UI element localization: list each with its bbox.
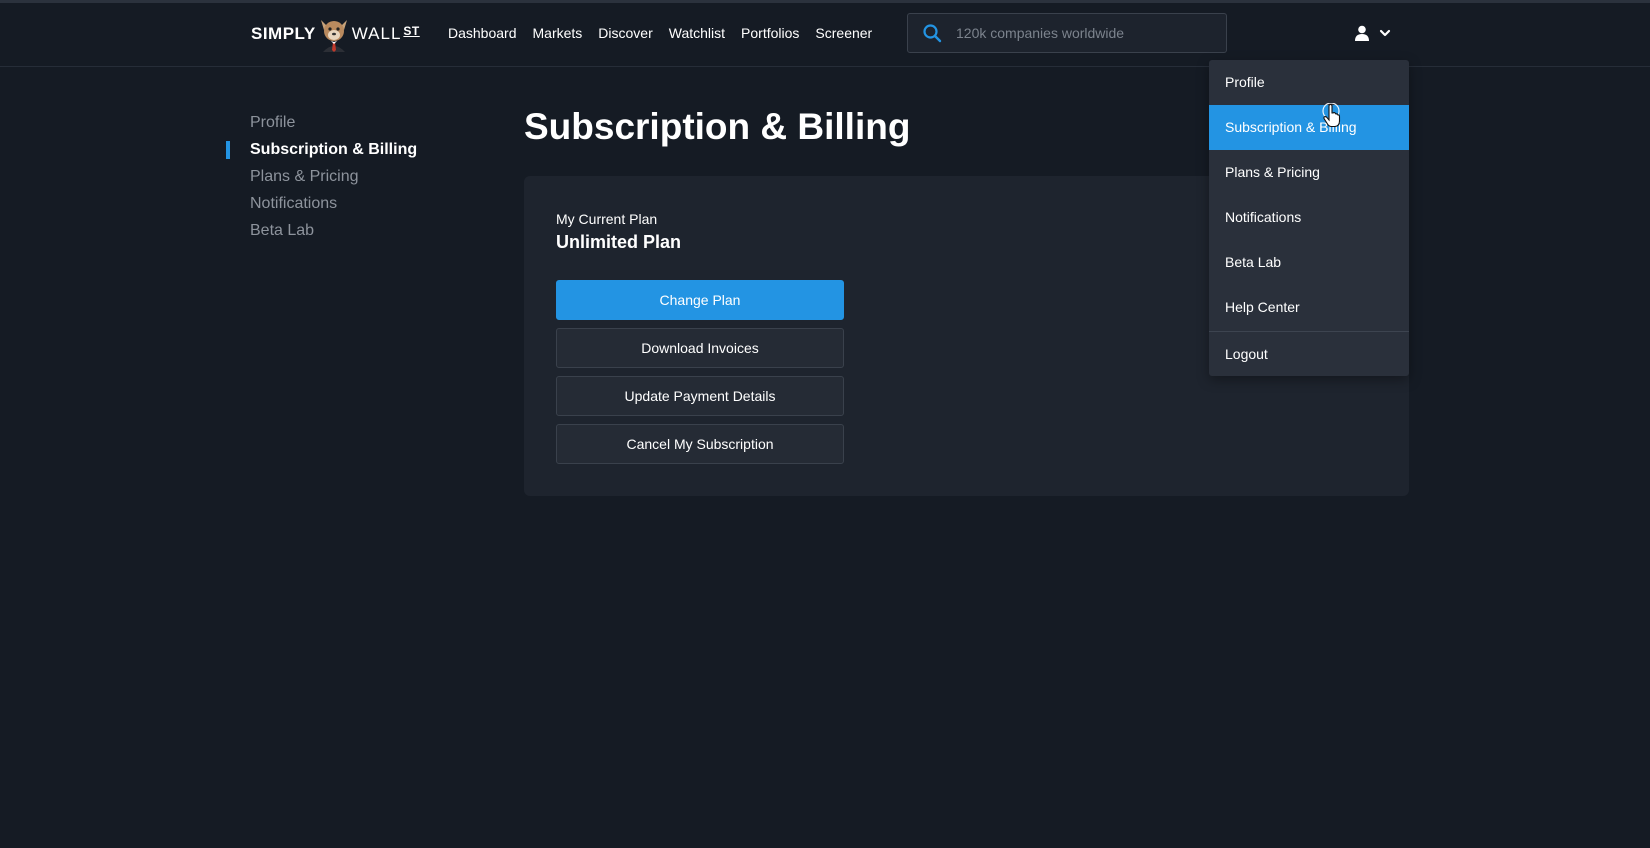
dropdown-item-beta-lab[interactable]: Beta Lab	[1209, 240, 1409, 285]
logo-text-wall: WALL	[351, 24, 402, 43]
mascot-logo	[320, 20, 347, 52]
page-title: Subscription & Billing	[524, 106, 911, 147]
chevron-down-icon	[1379, 29, 1391, 37]
main-nav: Dashboard Markets Discover Watchlist Por…	[448, 25, 888, 41]
dropdown-item-plans-pricing[interactable]: Plans & Pricing	[1209, 150, 1409, 195]
logo-text-simply: SIMPLY	[251, 24, 316, 43]
update-payment-details-button[interactable]: Update Payment Details	[556, 376, 844, 416]
user-menu-toggle[interactable]	[1355, 25, 1391, 41]
current-plan-label: My Current Plan	[556, 211, 658, 227]
dropdown-item-profile[interactable]: Profile	[1209, 60, 1409, 105]
hand-cursor-icon	[1322, 103, 1341, 128]
simply-wall-st-logo[interactable]: SIMPLY WALL ST	[251, 15, 420, 53]
nav-screener[interactable]: Screener	[815, 25, 872, 41]
change-plan-button[interactable]: Change Plan	[556, 280, 844, 320]
download-invoices-button[interactable]: Download Invoices	[556, 328, 844, 368]
dropdown-item-logout[interactable]: Logout	[1209, 332, 1409, 376]
nav-portfolios[interactable]: Portfolios	[741, 25, 799, 41]
settings-sidebar: Profile Subscription & Billing Plans & P…	[226, 112, 417, 247]
dropdown-item-help-center[interactable]: Help Center	[1209, 285, 1409, 330]
nav-dashboard[interactable]: Dashboard	[448, 25, 517, 41]
dropdown-item-notifications[interactable]: Notifications	[1209, 195, 1409, 240]
sidebar-item-plans-pricing[interactable]: Plans & Pricing	[226, 166, 417, 193]
sidebar-item-notifications[interactable]: Notifications	[226, 193, 417, 220]
nav-discover[interactable]: Discover	[598, 25, 652, 41]
search-box[interactable]	[907, 13, 1227, 53]
search-input[interactable]	[956, 25, 1216, 41]
current-plan-name: Unlimited Plan	[556, 232, 682, 252]
sidebar-item-profile[interactable]: Profile	[226, 112, 417, 139]
nav-markets[interactable]: Markets	[533, 25, 583, 41]
sidebar-item-beta-lab[interactable]: Beta Lab	[226, 220, 417, 247]
search-icon	[923, 24, 942, 43]
user-dropdown-menu: Profile Subscription & Billing Plans & P…	[1209, 60, 1409, 376]
logo-text-st: ST	[403, 24, 420, 38]
user-icon	[1355, 25, 1369, 41]
nav-watchlist[interactable]: Watchlist	[669, 25, 725, 41]
dropdown-item-subscription-billing[interactable]: Subscription & Billing	[1209, 105, 1409, 150]
cancel-subscription-button[interactable]: Cancel My Subscription	[556, 424, 844, 464]
sidebar-item-subscription-billing[interactable]: Subscription & Billing	[226, 139, 417, 166]
top-header: SIMPLY WALL ST Dashboard Markets Discove…	[0, 3, 1650, 67]
